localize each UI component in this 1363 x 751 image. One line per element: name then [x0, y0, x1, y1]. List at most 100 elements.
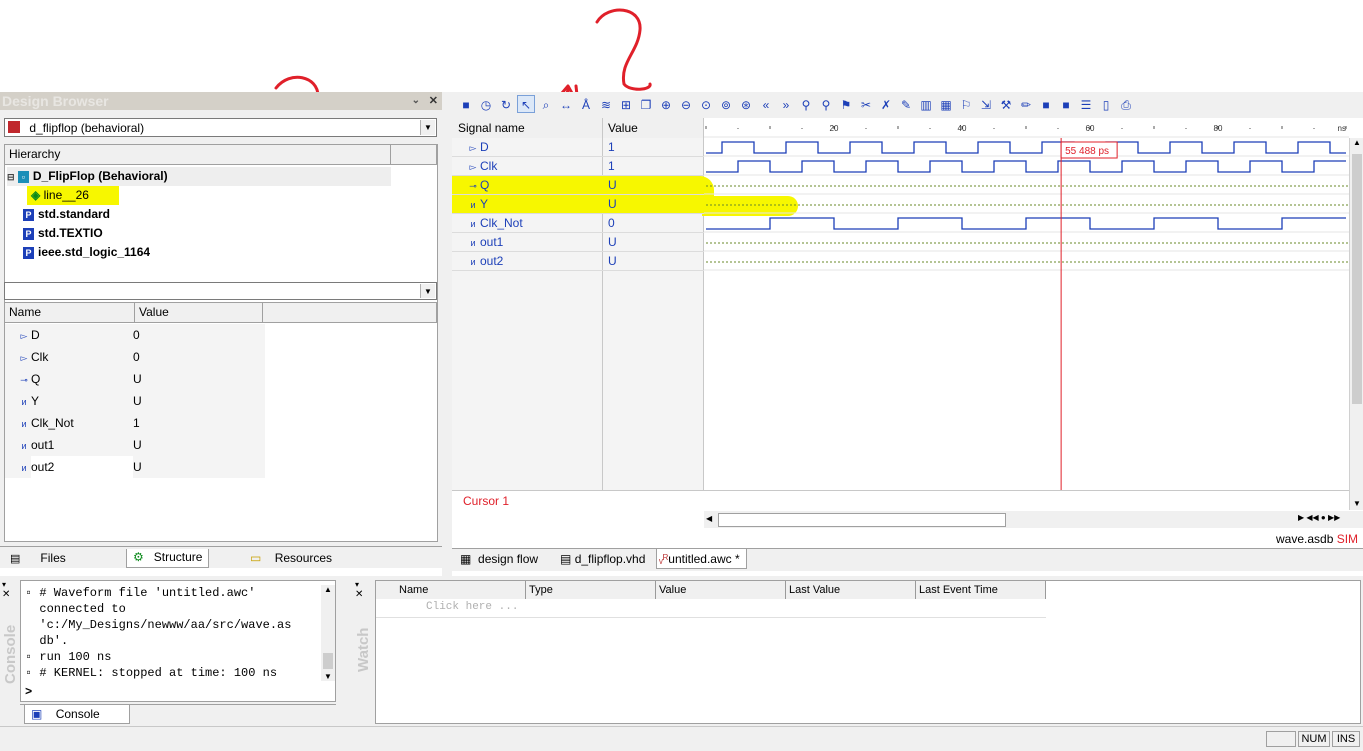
- signal-name-header[interactable]: Signal name: [458, 121, 525, 135]
- edit-icon[interactable]: ✎: [897, 96, 915, 114]
- block-icon-2[interactable]: ■: [1057, 96, 1075, 114]
- wave-row-q[interactable]: ⊸ Q U: [452, 176, 704, 195]
- block-icon[interactable]: ■: [1037, 96, 1055, 114]
- tab-awc[interactable]: ᵥᴿuntitled.awc *: [656, 549, 747, 569]
- tree-item-ieee[interactable]: Pieee.std_logic_1164: [7, 243, 391, 262]
- watch-col-last-event[interactable]: Last Event Time: [916, 581, 1046, 599]
- zoom-range-icon[interactable]: ⊚: [717, 96, 735, 114]
- tab-resources[interactable]: ▭ Resources: [250, 550, 332, 566]
- binary-icon[interactable]: ▥: [917, 96, 935, 114]
- watch-col-value[interactable]: Value: [656, 581, 786, 599]
- wave-horizontal-scrollbar[interactable]: ◀ ▶ ◀◀ ● ▶▶: [704, 511, 1363, 528]
- properties-icon[interactable]: ☰: [1077, 96, 1095, 114]
- wave-vertical-scrollbar[interactable]: ▲ ▼: [1349, 138, 1363, 510]
- filter-combo[interactable]: ▼: [4, 282, 437, 300]
- console-output[interactable]: ▫ # Waveform file 'untitled.awc' connect…: [20, 580, 336, 702]
- name-column-header[interactable]: Name: [5, 303, 135, 323]
- tab-structure[interactable]: ⚙ Structure: [126, 549, 210, 568]
- vertical-splitter[interactable]: [442, 92, 452, 576]
- tree-item-std-textio[interactable]: Pstd.TEXTIO: [7, 224, 391, 243]
- wave-row-clk-not[interactable]: ᴎ Clk_Not 0: [452, 214, 704, 233]
- measure-icon[interactable]: ↔: [557, 96, 575, 114]
- find-icon[interactable]: ⚲: [797, 96, 815, 114]
- signal-row-q[interactable]: ⊸ Q U: [5, 368, 265, 390]
- zoom-area-icon[interactable]: ⊛: [737, 96, 755, 114]
- value-header[interactable]: Value: [608, 121, 638, 135]
- watch-placeholder[interactable]: Click here ...: [426, 601, 518, 613]
- folder-icon: ▭: [250, 551, 262, 565]
- console-scroll-thumb[interactable]: [323, 653, 333, 669]
- delete-icon[interactable]: ✗: [877, 96, 895, 114]
- close-icon[interactable]: ✕: [355, 589, 373, 600]
- console-splitter[interactable]: [345, 576, 353, 726]
- scroll-thumb[interactable]: [1352, 154, 1362, 404]
- find-next-icon[interactable]: ⚲: [817, 96, 835, 114]
- wave-row-out1[interactable]: ᴎ out1 U: [452, 233, 704, 252]
- tree-item-d-flipflop[interactable]: ⊟ ▫ D_FlipFlop (Behavioral): [7, 167, 391, 186]
- waveform-canvas[interactable]: 20406080ns55 488 ps55 488 ps: [704, 118, 1349, 512]
- zoom-in-icon[interactable]: ⊕: [657, 96, 675, 114]
- tools-icon[interactable]: ⚒: [997, 96, 1015, 114]
- signal-row-y[interactable]: ᴎYU: [5, 390, 265, 412]
- signal-row-d[interactable]: ▻ D 0: [5, 324, 265, 346]
- scroll-down-icon[interactable]: ▼: [321, 672, 335, 681]
- tree-item-line-26[interactable]: ◈ line__26: [7, 186, 391, 205]
- wave-row-out2[interactable]: ᴎ out2 U: [452, 252, 704, 271]
- add-signal-icon[interactable]: ⊞: [617, 96, 635, 114]
- watch-col-name[interactable]: Name: [396, 581, 526, 599]
- next-icon[interactable]: »: [777, 96, 795, 114]
- scroll-up-icon[interactable]: ▲: [1350, 138, 1363, 147]
- console-scrollbar[interactable]: ▲ ▼: [321, 585, 335, 681]
- h-scroll-thumb[interactable]: [718, 513, 1006, 527]
- tab-files[interactable]: ▤ Files: [10, 550, 66, 567]
- wave-row-y[interactable]: ᴎYU: [452, 195, 704, 214]
- tree-item-std-standard[interactable]: Pstd.standard: [7, 205, 391, 224]
- design-combo[interactable]: d_flipflop (behavioral) ▼: [4, 118, 437, 137]
- text-icon[interactable]: Å: [577, 96, 595, 114]
- tab-design-flow[interactable]: ▦ design flow: [460, 551, 538, 567]
- console-prompt[interactable]: >: [25, 685, 32, 699]
- watch-new-row[interactable]: Click here ...: [376, 599, 1046, 618]
- pin-icon[interactable]: ▾: [2, 580, 16, 589]
- zoom-out-icon[interactable]: ⊖: [677, 96, 695, 114]
- signal-row-clk-not[interactable]: ᴎ Clk_Not 1: [5, 412, 265, 434]
- wave-row-d[interactable]: ▻ D 1: [452, 138, 704, 157]
- copy-icon[interactable]: ❐: [637, 96, 655, 114]
- collapse-icon[interactable]: ⊟: [7, 172, 15, 182]
- signal-row-clk[interactable]: ▻ Clk 0: [5, 346, 265, 368]
- watch-col-type[interactable]: Type: [526, 581, 656, 599]
- signal-row-out2[interactable]: ᴎ out2 U: [5, 456, 265, 478]
- zoom-icon[interactable]: ⌕: [537, 96, 555, 114]
- marker-icon[interactable]: ⚑: [837, 96, 855, 114]
- chevron-down-icon[interactable]: ▼: [420, 284, 435, 298]
- value-column-header[interactable]: Value: [135, 303, 263, 323]
- prev-icon[interactable]: «: [757, 96, 775, 114]
- tab-vhd[interactable]: ▤ d_flipflop.vhd: [560, 551, 645, 567]
- print-icon[interactable]: ⎙: [1117, 96, 1135, 114]
- chevron-down-icon[interactable]: ▼: [420, 120, 435, 135]
- pointer-icon[interactable]: ↖: [517, 95, 535, 113]
- watch-col-last-value[interactable]: Last Value: [786, 581, 916, 599]
- wave-row-clk[interactable]: ▻ Clk 1: [452, 157, 704, 176]
- tab-console[interactable]: ▣ Console: [24, 705, 130, 724]
- cut-icon[interactable]: ✂: [857, 96, 875, 114]
- save-icon[interactable]: ■: [457, 96, 475, 114]
- pen-icon[interactable]: ✏: [1017, 96, 1035, 114]
- run-icon[interactable]: ↻: [497, 96, 515, 114]
- bus-icon[interactable]: ≋: [597, 96, 615, 114]
- scroll-up-icon[interactable]: ▲: [321, 585, 335, 594]
- pin-icon[interactable]: ▾: [355, 580, 373, 589]
- signal-row-out1[interactable]: ᴎ out1 U: [5, 434, 265, 456]
- zoom-fit-icon[interactable]: ⊙: [697, 96, 715, 114]
- scroll-nav-buttons[interactable]: ▶ ◀◀ ● ▶▶: [1298, 513, 1360, 526]
- scroll-down-icon[interactable]: ▼: [1350, 499, 1363, 508]
- close-icon[interactable]: ✕: [429, 92, 438, 110]
- export-icon[interactable]: ⇲: [977, 96, 995, 114]
- page-icon[interactable]: ▯: [1097, 96, 1115, 114]
- clock-icon[interactable]: ◷: [477, 96, 495, 114]
- pin-icon[interactable]: ⌄: [412, 92, 420, 110]
- close-icon[interactable]: ✕: [2, 589, 16, 600]
- flag-icon[interactable]: ⚐: [957, 96, 975, 114]
- format-icon[interactable]: ▦: [937, 96, 955, 114]
- scroll-left-icon[interactable]: ◀: [706, 514, 712, 523]
